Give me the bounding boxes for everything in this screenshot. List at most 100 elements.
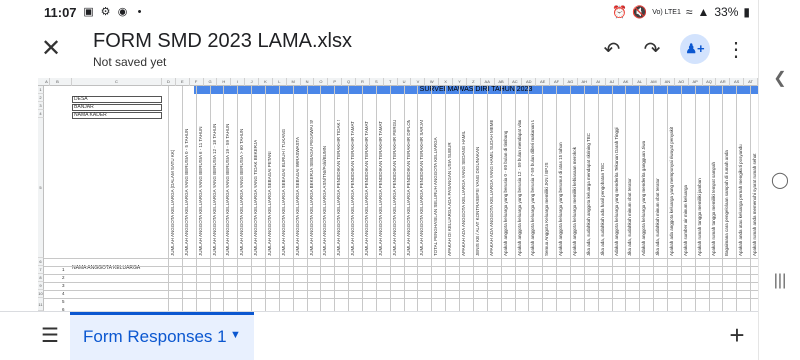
column-header-text[interactable]: JUMLAH ANGGOTA KELUARGA PENDIDIKAN TERAK… (406, 120, 411, 256)
column-letter[interactable]: AB (495, 78, 509, 86)
column-letter[interactable]: AQ (703, 78, 717, 86)
column-header-text[interactable]: JUMLAH ANGGOTA KELUARGA BEKERJA SEBAGAI … (309, 120, 314, 256)
column-letter[interactable]: V (411, 78, 426, 86)
column-letter[interactable]: AO (675, 78, 689, 86)
row-number[interactable]: 5 (38, 118, 44, 258)
row-number[interactable]: 9 (38, 282, 44, 290)
sheets-menu-button[interactable]: ☰ (38, 324, 62, 348)
column-header-text[interactable]: JUMLAH ANGGOTA KELUARGA ASN/TNI/Polri/BU… (322, 146, 327, 256)
column-letter[interactable]: W (425, 78, 440, 86)
column-letter[interactable]: AN (661, 78, 675, 86)
column-header-text[interactable]: JUMLAH ANGGOTA KELUARGA PENDIDIKAN TERAK… (364, 120, 369, 256)
column-header-text[interactable]: JUMLAH ANGGOTA KELUARGA YANG TIDAK BEKER… (253, 140, 258, 256)
column-letter[interactable]: AG (564, 78, 578, 86)
family-row-number[interactable]: 1 (62, 267, 65, 272)
column-letter[interactable]: AK (619, 78, 634, 86)
column-header-text[interactable]: Apakah rumah anda memenuhi syarat rumah … (752, 153, 757, 256)
column-header-text[interactable]: JENIS KB / ALAT KONTRASEPSI YANG DIGUNAK… (475, 147, 480, 256)
column-header-text[interactable]: Jika ada, sudahkah minum obat teratur (655, 178, 660, 256)
column-header-text[interactable]: APAKAH ADA ANGGOTA KELUARGA YANG SEDANG … (461, 131, 466, 256)
column-letter[interactable]: AI (592, 78, 606, 86)
column-header-text[interactable]: JUMLAH ANGGOTA KELUARGA YANG BERUSIA > 6… (239, 129, 244, 256)
row-number[interactable]: 4 (38, 110, 44, 118)
column-letter[interactable]: C (72, 78, 162, 86)
column-letter[interactable]: AA (481, 78, 495, 86)
column-letter[interactable]: J (245, 78, 260, 86)
row-number[interactable]: 10 (38, 290, 44, 298)
row-number[interactable]: 6 (38, 258, 44, 266)
column-letter[interactable]: Z (467, 78, 481, 86)
column-header-text[interactable]: JUMLAH ANGGOTA KELUARGA SEBAGAI PETANI (267, 151, 272, 256)
column-letter[interactable]: K (259, 78, 273, 86)
row-number[interactable]: 11 (38, 298, 44, 311)
column-letter[interactable]: AL (633, 78, 648, 86)
column-header-text[interactable]: Apakah anda atau keluarga pernah mengiku… (738, 144, 743, 256)
column-header-text[interactable]: Apakah anggota keluarga yang berusia 12 … (517, 120, 522, 256)
share-button[interactable]: ♟+ (680, 34, 710, 64)
family-row-number[interactable]: 3 (62, 283, 65, 288)
more-options-button[interactable]: ⋮ (722, 36, 750, 64)
column-header-text[interactable]: Jika ada, sudahkah anggota keluarga mend… (586, 133, 591, 256)
column-letter[interactable]: O (314, 78, 329, 86)
column-letter[interactable]: Q (342, 78, 357, 86)
home-nav-icon[interactable]: ◯ (759, 170, 800, 190)
column-letter[interactable]: G (204, 78, 218, 86)
column-header-text[interactable]: JUMLAH ANGGOTA KELUARGA SEBAGAI BURUH / … (281, 129, 286, 256)
column-header-text[interactable]: JUMLAH ANGGOTA KELUARGA YANG BERUSIA 12 … (212, 124, 217, 256)
column-letter[interactable]: Y (453, 78, 467, 86)
column-header-text[interactable]: Apakah anggota keluarga yang berusia 0 -… (503, 131, 508, 256)
column-header-text[interactable]: JUMLAH ANGGOTA KELUARGA SEBAGAI WIRASWAS… (295, 137, 300, 256)
column-letter[interactable]: P (328, 78, 343, 86)
column-letter[interactable]: B (44, 78, 72, 86)
add-sheet-button[interactable]: + (724, 322, 750, 348)
column-header-text[interactable]: APAKAH ADA ANGGOTA KELUARGA YANG HAMIL S… (489, 120, 494, 256)
column-header-text[interactable]: Jika ada, sudahkah ada hasil pengobatan … (600, 163, 605, 256)
column-letter[interactable]: AP (689, 78, 703, 86)
column-letter[interactable]: T (384, 78, 398, 86)
column-letter[interactable]: X (439, 78, 454, 86)
row-number[interactable]: 2 (38, 94, 44, 102)
column-letter[interactable]: M (287, 78, 301, 86)
column-header-text[interactable]: JUMLAH ANGGOTA KELUARGA (DALAM SATU KK) (170, 150, 175, 256)
family-row-number[interactable]: 4 (62, 291, 65, 296)
column-header-text[interactable]: Bagaimana cara pengelolaan sampah di rum… (724, 150, 729, 256)
column-header-text[interactable]: Adakah anggota keluarga yang menderita T… (614, 127, 619, 256)
row-number[interactable]: 1 (38, 86, 44, 94)
column-letter[interactable]: H (217, 78, 232, 86)
column-header-text[interactable]: TOTAL PENGHASILAN SELURUH ANGGOTA KELUAR… (433, 137, 438, 256)
column-header-text[interactable]: APAKAH DI KELUARGA ADA PASANGAN USIA SUB… (447, 142, 452, 256)
column-header-text[interactable]: JUMLAH ANGGOTA KELUARGA YANG BERUSIA 0 -… (184, 129, 189, 256)
column-letter[interactable]: AS (730, 78, 745, 86)
column-letter[interactable]: AE (536, 78, 551, 86)
row-number[interactable]: 8 (38, 274, 44, 282)
sheet-tab-form-responses[interactable]: Form Responses 1 ▼ (70, 312, 254, 360)
column-letter[interactable]: S (370, 78, 384, 86)
column-header-text[interactable]: Apakah anggota keluarga memiliki kebiasa… (572, 147, 577, 256)
column-header-text[interactable]: JUMLAH ANGGOTA KELUARGA PENDIDIKAN TERAK… (392, 120, 397, 256)
close-button[interactable]: ✕ (38, 36, 64, 62)
column-header-text[interactable]: Jika ada, sudahkah minum obat teratur (627, 178, 632, 256)
column-letter[interactable]: AH (578, 78, 592, 86)
column-header-text[interactable]: Apakah rumah tangga memiliki jamban (697, 178, 702, 256)
column-letter[interactable]: AD (522, 78, 537, 86)
column-letter[interactable]: R (356, 78, 370, 86)
row-number[interactable]: 3 (38, 102, 44, 110)
column-header-text[interactable]: Apakah anggota keluarga yang berumur di … (558, 142, 563, 256)
row-number[interactable]: 7 (38, 266, 44, 274)
column-letter[interactable]: D (162, 78, 176, 86)
column-header-text[interactable]: JUMLAH ANGGOTA KELUARGA PENDIDIKAN TERAK… (419, 120, 424, 256)
column-header-text[interactable]: Adakah anggota keluarga yang menderita g… (641, 141, 646, 256)
spreadsheet-grid[interactable]: A B C D E F G H I J K L M N O P Q R S T U V W X Y Z AA AB AC AD AE AF AG… (38, 78, 758, 311)
column-letter[interactable]: AT (744, 78, 758, 86)
recents-nav-icon[interactable]: ||| (759, 272, 800, 290)
column-header-text[interactable]: JUMLAH ANGGOTA KELUARGA PENDIDIKAN TERAK… (350, 120, 355, 256)
column-letter[interactable]: N (301, 78, 315, 86)
redo-button[interactable]: ↷ (638, 36, 666, 64)
column-letter[interactable]: AM (647, 78, 661, 86)
column-letter[interactable]: AJ (606, 78, 620, 86)
column-header-text[interactable]: Semua Anggota Keluarga memiliki JKN / BP… (544, 162, 549, 256)
column-header-text[interactable]: JUMLAH ANGGOTA KELUARGA PENDIDIKAN TERAK… (378, 120, 383, 256)
column-header-text[interactable]: JUMLAH ANGGOTA KELUARGA YANG BERUSIA 19 … (225, 124, 230, 256)
column-letter[interactable]: AR (716, 78, 731, 86)
column-header-text[interactable]: Apakah anggota keluarga yang berusia 7-5… (530, 120, 535, 256)
